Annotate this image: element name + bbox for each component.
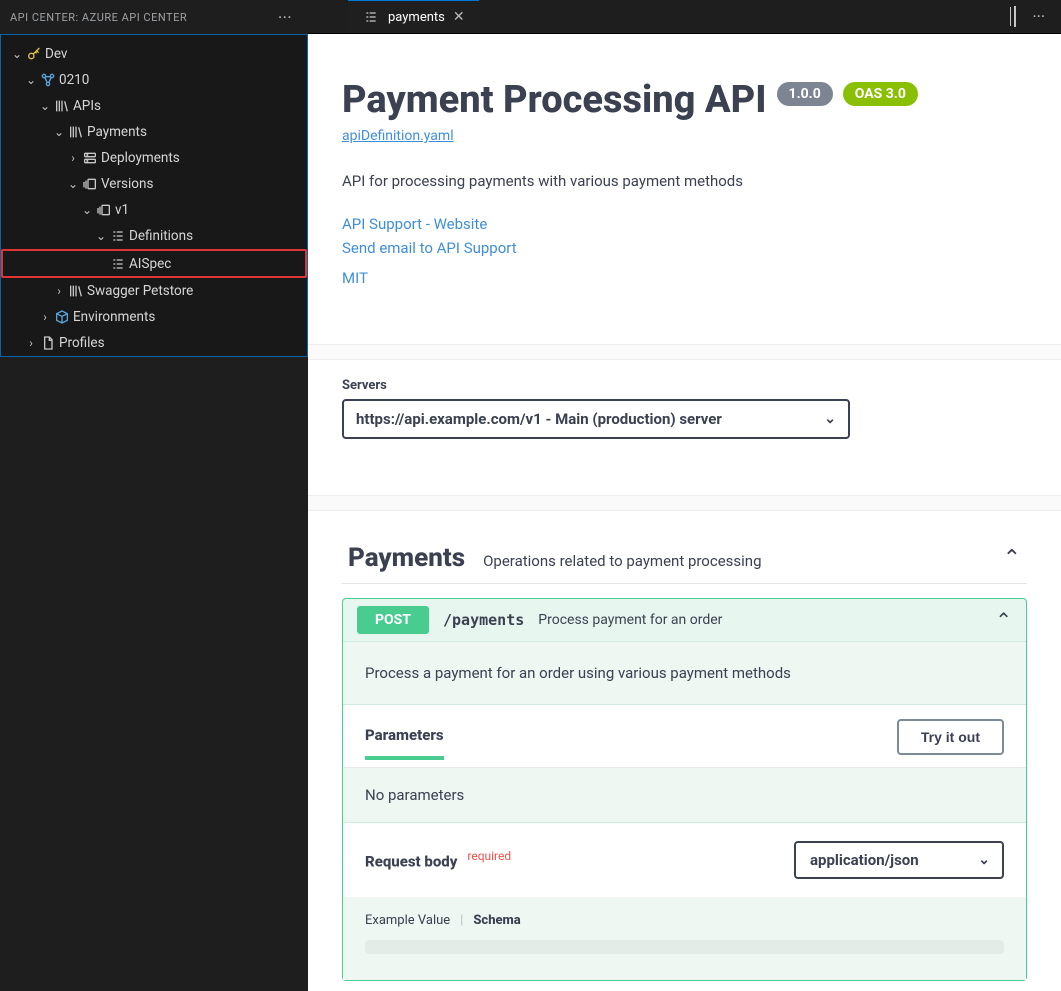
- example-preview-box: [365, 940, 1004, 954]
- content-type-select[interactable]: application/json ⌄: [794, 841, 1004, 879]
- version-badge: 1.0.0: [777, 82, 833, 106]
- api-title-row: Payment Processing API 1.0.0 OAS 3.0: [342, 78, 1027, 122]
- operation-path: /payments: [443, 611, 524, 629]
- list-icon: [109, 228, 127, 244]
- tree-label: Swagger Petstore: [87, 283, 193, 299]
- tree-item-deployments[interactable]: › Deployments: [1, 145, 307, 171]
- editor-more-icon[interactable]: ···: [1026, 7, 1051, 26]
- library-icon: [67, 124, 85, 140]
- tag-name: Payments: [348, 543, 465, 573]
- chevron-down-icon: ⌄: [23, 73, 39, 87]
- tab-bar: payments ✕ ···: [308, 0, 1061, 34]
- tree-label: v1: [115, 202, 129, 218]
- tree-label: APIs: [73, 98, 101, 114]
- tree-item-apis[interactable]: ⌄ APIs: [1, 93, 307, 119]
- servers-label: Servers: [342, 378, 1027, 393]
- chevron-right-icon: ›: [51, 284, 67, 298]
- api-title: Payment Processing API: [342, 78, 767, 122]
- tree-sidebar: ⌄ Dev ⌄ 0210 ⌄ APIs ⌄: [0, 34, 308, 357]
- split-editor-icon[interactable]: [1014, 7, 1016, 26]
- chevron-down-icon: ⌄: [93, 229, 109, 243]
- tree-label: Profiles: [59, 335, 105, 351]
- chevron-down-icon: ⌄: [79, 203, 95, 217]
- request-body-heading: Request body: [365, 853, 457, 871]
- no-parameters-text: No parameters: [343, 768, 1026, 823]
- license-link[interactable]: MIT: [342, 266, 1027, 290]
- tree-label: AISpec: [129, 256, 171, 272]
- sidebar-more-icon[interactable]: ···: [272, 8, 298, 27]
- list-icon: [362, 9, 380, 25]
- chevron-right-icon: ›: [65, 151, 81, 165]
- tree-label: Environments: [73, 309, 155, 325]
- example-value-tab[interactable]: Example Value: [365, 913, 450, 928]
- chevron-down-icon: ⌄: [65, 177, 81, 191]
- chevron-up-icon: ⌃: [995, 608, 1012, 632]
- node-icon: [39, 72, 57, 88]
- server-select[interactable]: https://api.example.com/v1 - Main (produ…: [342, 399, 850, 439]
- tab-payments[interactable]: payments ✕: [348, 0, 479, 33]
- tree-label: Definitions: [129, 228, 193, 244]
- chevron-down-icon: ⌄: [824, 411, 836, 427]
- required-badge: required: [467, 849, 511, 863]
- chevron-down-icon: ⌄: [37, 99, 53, 113]
- operation-summary: Process payment for an order: [538, 612, 722, 628]
- section-divider: [308, 344, 1061, 360]
- tree-label: 0210: [59, 72, 89, 88]
- library-icon: [67, 283, 85, 299]
- support-website-link[interactable]: API Support - Website: [342, 212, 1027, 236]
- divider: |: [460, 913, 463, 928]
- definition-file-link[interactable]: apiDefinition.yaml: [342, 128, 454, 144]
- library-icon: [53, 98, 71, 114]
- close-icon[interactable]: ✕: [453, 9, 465, 25]
- oas-badge: OAS 3.0: [843, 82, 918, 106]
- versions-icon: [95, 202, 113, 218]
- tree-item-0210[interactable]: ⌄ 0210: [1, 67, 307, 93]
- chevron-right-icon: ›: [23, 336, 39, 350]
- server-icon: [81, 150, 99, 166]
- file-icon: [39, 335, 57, 351]
- try-it-out-button[interactable]: Try it out: [897, 719, 1004, 755]
- tree-label: Deployments: [101, 150, 180, 166]
- schema-tab[interactable]: Schema: [473, 913, 520, 928]
- method-badge: POST: [357, 606, 429, 634]
- operation-description: Process a payment for an order using var…: [343, 642, 1026, 705]
- content-type-value: application/json: [810, 851, 919, 869]
- tree-item-v1[interactable]: ⌄ v1: [1, 197, 307, 223]
- api-description: API for processing payments with various…: [342, 172, 1027, 190]
- tab-title: payments: [388, 10, 445, 25]
- key-icon: [25, 46, 43, 62]
- list-icon: [109, 256, 127, 272]
- tag-description: Operations related to payment processing: [483, 552, 761, 570]
- tree-item-swagger-petstore[interactable]: › Swagger Petstore: [1, 278, 307, 304]
- tree-item-dev[interactable]: ⌄ Dev: [1, 41, 307, 67]
- sidebar-title: API CENTER: AZURE API CENTER: [10, 11, 187, 24]
- support-email-link[interactable]: Send email to API Support: [342, 236, 1027, 260]
- section-divider: [308, 495, 1061, 511]
- tree-item-payments[interactable]: ⌄ Payments: [1, 119, 307, 145]
- sidebar-header: API CENTER: AZURE API CENTER ···: [0, 0, 308, 34]
- parameters-heading: Parameters: [365, 726, 444, 760]
- versions-icon: [81, 176, 99, 192]
- tree-label: Versions: [101, 176, 153, 192]
- chevron-up-icon: ⌃: [1003, 546, 1021, 571]
- operation-summary-row[interactable]: POST /payments Process payment for an or…: [343, 599, 1026, 642]
- chevron-down-icon: ⌄: [978, 852, 990, 868]
- tree-item-versions[interactable]: ⌄ Versions: [1, 171, 307, 197]
- chevron-down-icon: ⌄: [51, 125, 67, 139]
- server-selected-value: https://api.example.com/v1 - Main (produ…: [356, 410, 722, 428]
- tree-item-aispec[interactable]: AISpec: [1, 249, 307, 278]
- chevron-down-icon: ⌄: [9, 47, 25, 61]
- tree-label: Payments: [87, 124, 147, 140]
- tree-item-profiles[interactable]: › Profiles: [1, 330, 307, 356]
- cube-icon: [53, 309, 71, 325]
- tag-header-payments[interactable]: Payments Operations related to payment p…: [342, 533, 1027, 584]
- tree-label: Dev: [45, 46, 67, 62]
- tree-item-definitions[interactable]: ⌄ Definitions: [1, 223, 307, 249]
- api-doc-content: Payment Processing API 1.0.0 OAS 3.0 api…: [308, 34, 1061, 991]
- tree-item-environments[interactable]: › Environments: [1, 304, 307, 330]
- chevron-right-icon: ›: [37, 310, 53, 324]
- operation-post-payments: POST /payments Process payment for an or…: [342, 598, 1027, 981]
